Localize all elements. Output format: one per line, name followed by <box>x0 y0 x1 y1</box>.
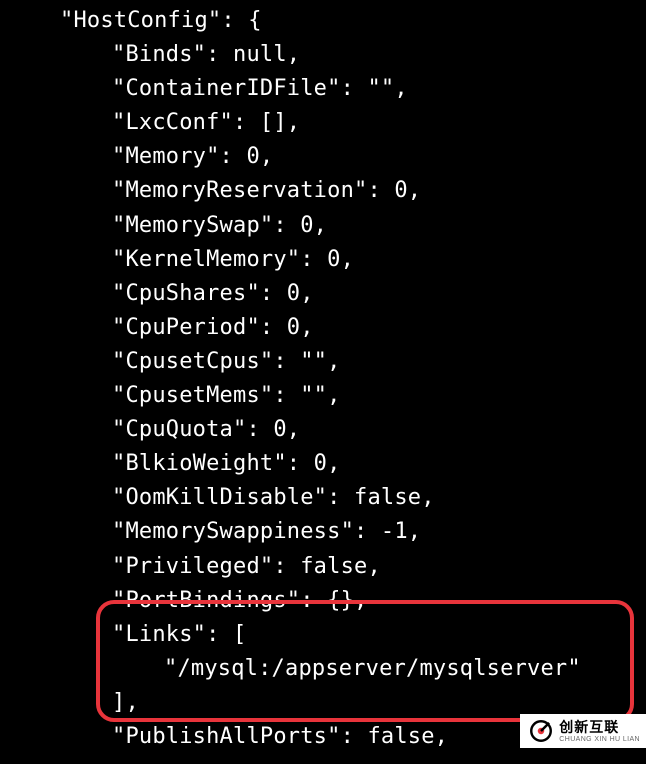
code-line: "/mysql:/appserver/mysqlserver" <box>0 652 646 686</box>
code-line: "LxcConf": [], <box>0 106 646 140</box>
code-line: "MemorySwappiness": -1, <box>0 515 646 549</box>
code-line: "PortBindings": {}, <box>0 584 646 618</box>
code-line: "KernelMemory": 0, <box>0 243 646 277</box>
watermark-logo-icon <box>528 718 554 744</box>
code-line: "CpuShares": 0, <box>0 277 646 311</box>
watermark-cn: 创新互联 <box>559 720 640 734</box>
watermark-text: 创新互联 CHUANG XIN HU LIAN <box>559 720 640 743</box>
code-line: "BlkioWeight": 0, <box>0 447 646 481</box>
code-line: "OomKillDisable": false, <box>0 481 646 515</box>
code-line: "Links": [ <box>0 618 646 652</box>
code-line: "CpuQuota": 0, <box>0 413 646 447</box>
code-line: "MemoryReservation": 0, <box>0 174 646 208</box>
code-line: "CpuPeriod": 0, <box>0 311 646 345</box>
code-line: "MemorySwap": 0, <box>0 209 646 243</box>
code-line: "Memory": 0, <box>0 140 646 174</box>
code-line: "CpusetMems": "", <box>0 379 646 413</box>
watermark-en: CHUANG XIN HU LIAN <box>559 736 640 743</box>
code-block: "HostConfig": {"Binds": null,"ContainerI… <box>0 4 646 754</box>
code-line: "Privileged": false, <box>0 550 646 584</box>
watermark-badge: 创新互联 CHUANG XIN HU LIAN <box>520 714 646 748</box>
code-line: "CpusetCpus": "", <box>0 345 646 379</box>
code-line: "ContainerIDFile": "", <box>0 72 646 106</box>
code-line: "Binds": null, <box>0 38 646 72</box>
code-line: "HostConfig": { <box>0 4 646 38</box>
